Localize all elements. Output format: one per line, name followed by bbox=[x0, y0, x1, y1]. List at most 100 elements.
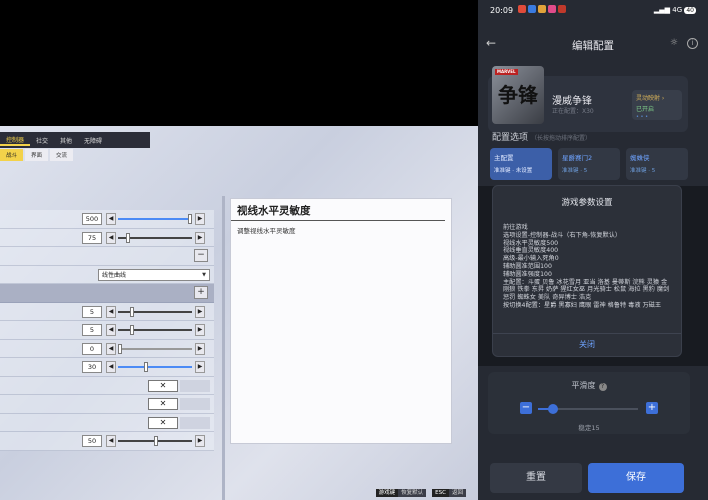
dialog-close-button[interactable]: 关闭 bbox=[493, 339, 681, 350]
config-tab-3[interactable]: 蜘蛛侠 准准键 · 5 bbox=[626, 148, 688, 180]
clear-binding-button[interactable]: ✕ bbox=[148, 416, 178, 429]
binding-slot[interactable] bbox=[180, 416, 210, 429]
slider-track[interactable] bbox=[118, 362, 192, 372]
smoothing-slider-thumb[interactable] bbox=[548, 404, 558, 414]
app-notification-icon bbox=[558, 5, 566, 13]
game-card[interactable]: MARVEL 争锋 漫威争锋 正在配置：X30 灵动映射 › 已开启 • • • bbox=[488, 66, 688, 132]
slider-thumb[interactable] bbox=[130, 325, 134, 335]
hint-restore-default[interactable]: 游戏键 恢复默认 bbox=[375, 488, 427, 497]
setting-row-5[interactable]: 5 ◀ ▶ bbox=[0, 302, 214, 321]
smoothing-slider[interactable] bbox=[538, 404, 638, 414]
increase-arrow[interactable]: ▶ bbox=[195, 342, 205, 355]
decrease-arrow[interactable]: ◀ bbox=[106, 213, 116, 225]
app-notification-icon bbox=[548, 5, 556, 13]
decrease-arrow[interactable]: ◀ bbox=[106, 305, 116, 318]
collapse-button[interactable]: − bbox=[194, 249, 208, 262]
slider-thumb[interactable] bbox=[118, 343, 122, 354]
mapping-mode-button[interactable]: 灵动映射 › 已开启 • • • bbox=[632, 90, 682, 120]
slider-track[interactable] bbox=[118, 306, 192, 317]
setting-row-12[interactable]: 50 ◀ ▶ bbox=[0, 432, 214, 451]
value-box[interactable]: 0 bbox=[82, 342, 102, 355]
value-box[interactable]: 75 bbox=[82, 231, 102, 244]
smoothing-decrease-button[interactable]: − bbox=[520, 402, 532, 414]
clear-binding-button[interactable]: ✕ bbox=[148, 379, 178, 392]
slider-thumb[interactable] bbox=[154, 436, 158, 446]
slider-track[interactable] bbox=[118, 232, 192, 243]
subtab-combat[interactable]: 战斗 bbox=[0, 149, 24, 161]
game-subtitle: 正在配置：X30 bbox=[552, 108, 594, 115]
config-section-title: 配置选项 （长按拖动排序配置） bbox=[492, 130, 591, 143]
battery-icon: 40 bbox=[684, 7, 696, 14]
info-icon[interactable]: i bbox=[687, 38, 698, 49]
binding-slot[interactable] bbox=[180, 398, 210, 410]
lightbulb-icon[interactable]: ☼ bbox=[670, 38, 678, 48]
tab-accessibility[interactable]: 无障碍 bbox=[78, 136, 108, 145]
value-box[interactable]: 5 bbox=[82, 324, 102, 336]
increase-arrow[interactable]: ▶ bbox=[195, 305, 205, 318]
slider-track[interactable] bbox=[118, 343, 192, 354]
dialog-line: 按切换4配置：星爵 黑寡妇 鹰眼 雷神 格鲁特 毒液 万磁王 bbox=[503, 301, 662, 309]
slider-thumb[interactable] bbox=[188, 214, 192, 224]
increase-arrow[interactable]: ▶ bbox=[195, 435, 205, 447]
reset-button[interactable]: 重置 bbox=[490, 463, 582, 493]
config-tab-main[interactable]: 主配置 准准键 · 未设置 bbox=[490, 148, 552, 180]
binding-slot[interactable] bbox=[180, 379, 210, 392]
setting-info-title: 视线水平灵敏度 bbox=[231, 199, 445, 221]
config-tab-name: 蜘蛛侠 bbox=[630, 154, 650, 162]
setting-row-keybind-2[interactable]: ✕ bbox=[0, 395, 214, 414]
value-box[interactable]: 50 bbox=[82, 435, 102, 447]
config-section-label: 配置选项 bbox=[492, 133, 529, 143]
config-tabs: 主配置 准准键 · 未设置 星爵赛门2 准准键 · 5 蜘蛛侠 准准键 · 5 bbox=[490, 148, 688, 180]
tab-other[interactable]: 其他 bbox=[54, 136, 78, 145]
increase-arrow[interactable]: ▶ bbox=[195, 361, 205, 373]
slider-thumb[interactable] bbox=[144, 362, 148, 372]
slider-track[interactable] bbox=[118, 325, 192, 335]
curve-dropdown[interactable]: 线性曲线 ▼ bbox=[98, 268, 210, 281]
slider-track[interactable] bbox=[118, 214, 192, 224]
value-box[interactable]: 30 bbox=[82, 361, 102, 373]
slider-track[interactable] bbox=[118, 436, 192, 446]
dialog-line: 选项设置-控制器-战斗（右下角-恢复默认） bbox=[503, 231, 622, 239]
increase-arrow[interactable]: ▶ bbox=[195, 231, 205, 244]
setting-row-collapse: − bbox=[0, 247, 214, 266]
value-box[interactable]: 5 bbox=[82, 305, 102, 318]
increase-arrow[interactable]: ▶ bbox=[195, 213, 205, 225]
decrease-arrow[interactable]: ◀ bbox=[106, 342, 116, 355]
signal-icon: ▂▄▆ bbox=[653, 6, 670, 14]
slider-thumb[interactable] bbox=[126, 232, 130, 243]
decrease-arrow[interactable]: ◀ bbox=[106, 231, 116, 244]
setting-row-vertical-sensitivity[interactable]: 75 ◀ ▶ bbox=[0, 228, 214, 247]
setting-row-keybind-3[interactable]: ✕ bbox=[0, 413, 214, 432]
smoothing-increase-button[interactable]: + bbox=[646, 402, 658, 414]
subtab-communication[interactable]: 交流 bbox=[50, 149, 74, 161]
subtab-interface[interactable]: 界面 bbox=[25, 149, 49, 161]
slider-thumb[interactable] bbox=[130, 306, 134, 317]
setting-row-keybind-1[interactable]: ✕ bbox=[0, 376, 214, 395]
setting-row-deadzone[interactable]: 0 ◀ ▶ bbox=[0, 339, 214, 358]
nav-bar: ← 编辑配置 ☼ i bbox=[478, 34, 708, 58]
hint-back[interactable]: ESC 返回 bbox=[432, 488, 466, 497]
increase-arrow[interactable]: ▶ bbox=[195, 324, 205, 336]
tab-social[interactable]: 社交 bbox=[30, 136, 54, 145]
app-notification-icon bbox=[538, 5, 546, 13]
dialog-line: 辅助圆准范围100 bbox=[503, 262, 552, 270]
decrease-arrow[interactable]: ◀ bbox=[106, 435, 116, 447]
setting-row-response-curve[interactable]: 线性曲线 ▼ bbox=[0, 265, 214, 284]
app-notification-icon bbox=[518, 5, 526, 13]
smoothing-panel: 平滑度? − + 稳定15 bbox=[488, 372, 690, 434]
setting-row-horizontal-sensitivity[interactable]: 500 ◀ ▶ bbox=[0, 210, 214, 229]
config-tab-2[interactable]: 星爵赛门2 准准键 · 5 bbox=[558, 148, 620, 180]
setting-row-6[interactable]: 5 ◀ ▶ bbox=[0, 321, 214, 340]
tab-controller[interactable]: 控制器 bbox=[0, 135, 31, 146]
value-box[interactable]: 500 bbox=[82, 213, 102, 225]
decrease-arrow[interactable]: ◀ bbox=[106, 324, 116, 336]
decrease-arrow[interactable]: ◀ bbox=[106, 361, 116, 373]
help-icon[interactable]: ? bbox=[598, 383, 607, 391]
game-sub-tabs: 战斗 界面 交流 bbox=[0, 149, 75, 161]
save-button[interactable]: 保存 bbox=[588, 463, 684, 493]
expand-button[interactable]: + bbox=[194, 286, 208, 299]
notification-icons bbox=[518, 5, 566, 13]
clear-binding-button[interactable]: ✕ bbox=[148, 398, 178, 410]
settings-list: 500 ◀ ▶ 75 ◀ ▶ − 线性曲线 ▼ + 5 ◀ ▶ 5 ◀ ▶ 0 … bbox=[0, 210, 214, 451]
setting-row-8[interactable]: 30 ◀ ▶ bbox=[0, 358, 214, 377]
